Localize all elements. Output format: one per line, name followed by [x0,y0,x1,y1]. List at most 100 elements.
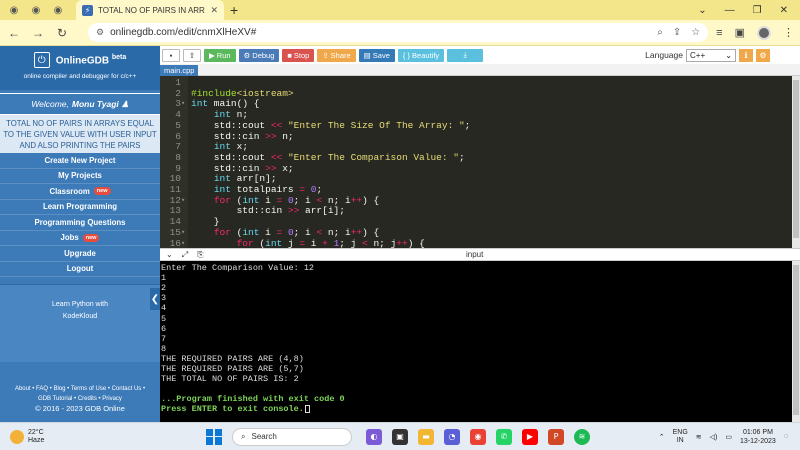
stop-button[interactable]: ■ Stop [282,48,315,62]
new-badge: new [82,233,100,242]
editor-scrollbar[interactable] [792,76,800,248]
footer-links-2[interactable]: GDB Tutorial • Credits • Privacy [0,394,160,404]
browser-tab-active[interactable]: ⚡ TOTAL NO OF PAIRS IN ARRAYS ✕ [76,0,224,20]
tab-search-icon[interactable]: ⌄ [698,5,706,16]
reload-icon[interactable]: ↻ [54,26,70,40]
welcome-message: Welcome, Monu Tyagi ♟ [0,93,160,115]
teams-icon[interactable]: ◔ [444,428,460,445]
zoom-icon[interactable]: ⌕ [657,27,663,38]
reading-list-icon[interactable]: ≡ [716,27,722,39]
new-tab-icon[interactable]: + [230,2,238,18]
weather-widget[interactable]: 22°C Haze [0,429,120,445]
sidebar-item-programming-questions[interactable]: Programming Questions [0,215,160,231]
save-button[interactable]: ▤ Save [358,48,395,62]
powerpoint-icon[interactable]: P [548,428,564,445]
console-scrollbar[interactable] [792,261,800,422]
console-line: 2 [161,283,167,294]
sidebar-item-my-projects[interactable]: My Projects [0,169,160,184]
file-explorer-icon[interactable]: ▬ [418,428,434,445]
browser-menu-icon[interactable]: ⋮ [783,26,794,39]
share-page-icon[interactable]: ⇪ [673,27,681,38]
notifications-icon[interactable]: ◌ [784,433,788,440]
collapse-console-icon[interactable]: ⌄ [166,250,173,260]
tab-close-icon[interactable]: ✕ [210,5,218,16]
console-output[interactable]: Enter The Comparison Value: 12 1 2 3 4 5 6 7 8 TH… [160,261,800,422]
browser-profile-icon[interactable]: ◉ [6,2,22,18]
code-line[interactable]: 16 ▾ for (int j = i + 1; j < n; j++) { [160,238,800,249]
code-line[interactable]: 8 std::cout << "Enter The Comparison Val… [160,151,800,164]
code-line[interactable]: 3 ▾ int main() { [160,99,800,110]
code-line[interactable]: 15 ▾ for (int i = 0; i < n; i++) { [160,227,800,239]
weather-condition: Haze [28,436,45,444]
new-file-icon[interactable]: ▪ [162,48,180,62]
site-info-icon[interactable]: ⚙ [96,27,104,38]
fold-arrow-icon[interactable]: ▾ [181,228,185,239]
sidebar-panel-icon[interactable]: ▣ [735,26,745,39]
back-icon[interactable]: ← [6,26,22,40]
logo-subtitle: online compiler and debugger for c/c++ [23,73,137,80]
volume-icon[interactable]: ◁) [710,433,718,441]
battery-icon[interactable]: ▭ [725,433,732,441]
debug-icon: ⚙ [243,50,251,60]
collapse-sidebar-icon[interactable]: ❮ [150,288,160,310]
spotify-icon[interactable]: ≋ [574,428,590,445]
sidebar-item-create-new-project[interactable]: Create New Project [0,153,160,169]
run-button[interactable]: ▶ Run [204,48,236,62]
code-text: std::cout << "Enter The Comparison Value… [191,151,465,163]
sidebar-item-jobs[interactable]: Jobs new [0,231,160,246]
sidebar-item-classroom[interactable]: Classroom new [0,184,160,200]
input-language[interactable]: ENG IN [673,429,688,445]
console-cursor [304,405,310,414]
editor-toolbar: ▪ ⇧ ▶ Run ⚙ Debug ■ Stop ⇪ Share ▤ Save { } B… [160,46,800,64]
copy-output-icon[interactable]: ⎘ [197,250,203,260]
chrome-icon[interactable]: ◉ [470,428,486,445]
project-title[interactable]: TOTAL NO OF PAIRS IN ARRAYS EQUAL TO THE… [0,115,160,153]
info-icon[interactable]: ℹ [739,48,753,62]
fold-arrow-icon[interactable]: ▾ [181,239,185,249]
console-scrollbar-thumb[interactable] [793,265,799,415]
forward-icon[interactable]: → [30,26,46,40]
wifi-icon[interactable]: ≋ [696,433,702,441]
pinned-tab-icon[interactable]: ◉ [28,2,44,18]
sidebar-item-learn-programming[interactable]: Learn Programming [0,200,160,215]
youtube-icon[interactable]: ▶ [522,428,538,445]
whatsapp-icon[interactable]: ✆ [496,428,512,445]
ad-banner[interactable]: Learn Python with KodeKloud [0,284,160,362]
fold-arrow-icon[interactable]: ▾ [181,196,185,207]
language-select[interactable]: C++ ⌄ [686,48,736,62]
sidebar-item-logout[interactable]: Logout [0,262,160,277]
footer-links[interactable]: About • FAQ • Blog • Terms of Use • Cont… [0,384,160,394]
download-button[interactable]: ⤓ [447,48,484,62]
minimize-icon[interactable]: — [725,5,735,16]
fold-arrow-icon[interactable]: ▾ [181,99,185,110]
code-text: std::cout << "Enter The Size Of The Arra… [191,119,471,131]
task-view-icon[interactable]: ▣ [392,428,408,445]
code-editor[interactable]: 1 2 #include<iostream> 3 ▾ int main() {4 int … [160,76,800,248]
windows-start-icon[interactable] [206,428,222,445]
clock[interactable]: 01:06 PM 13-12-2023 [740,428,776,446]
pinned-tab-icon-2[interactable]: ◉ [50,2,66,18]
logo[interactable]: ⏻ OnlineGDB beta online compiler and deb… [0,46,160,90]
sidebar-item-upgrade[interactable]: Upgrade [0,246,160,262]
code-line[interactable]: 6 std::cin >> n; [160,131,800,143]
code-line[interactable]: 13 std::cin >> arr[i]; [160,206,800,217]
profile-avatar[interactable] [757,25,771,40]
close-window-icon[interactable]: ✕ [780,5,788,16]
bookmark-star-icon[interactable]: ☆ [691,27,700,38]
expand-console-icon[interactable]: ⤢ [182,250,188,260]
code-line[interactable]: 5 std::cout << "Enter The Size Of The Ar… [160,119,800,132]
upload-file-icon[interactable]: ⇧ [183,48,201,62]
tray-overflow-icon[interactable]: ⌃ [659,433,665,441]
gear-icon[interactable]: ⚙ [756,48,770,62]
beautify-button[interactable]: { } Beautify [397,48,445,62]
line-number: 5 [175,119,181,131]
console-line: THE REQUIRED PAIRS ARE (5,7) [161,364,304,374]
editor-scrollbar-thumb[interactable] [793,80,799,238]
copilot-icon[interactable]: ◐ [366,428,382,445]
restore-icon[interactable]: ❐ [753,5,762,16]
share-button[interactable]: ⇪ Share [317,48,356,62]
taskbar-search[interactable]: ⌕ Search [232,427,352,446]
search-placeholder: Search [251,432,277,441]
debug-button[interactable]: ⚙ Debug [238,48,280,62]
url-field[interactable]: ⚙ onlinegdb.com/edit/cnmXlHeXV# ⌕ ⇪ ☆ [88,23,709,42]
